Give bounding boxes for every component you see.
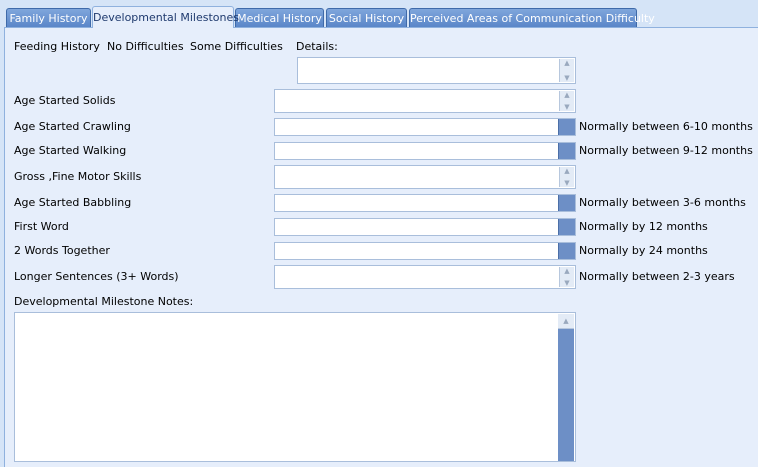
age-started-walking-label: Age Started Walking [14,144,127,157]
first-word-field[interactable] [274,218,576,236]
feeding-details-spinner[interactable]: ▲ ▼ [559,59,574,82]
tab-label: Perceived Areas of Communication Difficu… [410,12,655,25]
tab-bar: Family History Developmental Milestones … [0,0,758,28]
longer-sentences-hint: Normally between 2-3 years [579,270,735,283]
motor-skills-label: Gross ,Fine Motor Skills [14,170,142,183]
tab-social-history[interactable]: Social History [326,8,407,27]
two-words-hint: Normally by 24 months [579,244,708,257]
down-arrow-icon[interactable]: ▼ [564,179,569,187]
two-words-field[interactable] [274,242,576,260]
up-arrow-icon[interactable]: ▲ [558,314,574,329]
tab-perceived-areas[interactable]: Perceived Areas of Communication Difficu… [409,8,655,27]
feeding-details-field[interactable]: ▲ ▼ [297,57,576,84]
motor-skills-spinner[interactable]: ▲ ▼ [559,167,574,187]
notes-scrollbar[interactable]: ▲ [558,314,574,461]
age-started-solids-spinner[interactable]: ▲ ▼ [559,91,574,111]
notes-textarea[interactable]: ▲ [14,312,576,462]
up-arrow-icon[interactable]: ▲ [564,167,569,175]
dropdown-button[interactable] [558,219,575,235]
details-label: Details: [296,40,338,53]
longer-sentences-label: Longer Sentences (3+ Words) [14,270,179,283]
tab-family-history[interactable]: Family History [6,8,91,27]
age-started-babbling-label: Age Started Babbling [14,196,132,209]
longer-sentences-field[interactable]: ▲ ▼ [274,265,576,289]
age-started-walking-field[interactable] [274,142,576,160]
dropdown-button[interactable] [558,119,575,135]
tab-label: Medical History [237,12,322,25]
age-started-babbling-field[interactable] [274,194,576,212]
feeding-history-label: Feeding History [14,40,100,53]
age-started-solids-label: Age Started Solids [14,94,116,107]
first-word-hint: Normally by 12 months [579,220,708,233]
down-arrow-icon[interactable]: ▼ [564,103,569,111]
no-difficulties-option[interactable]: No Difficulties [107,40,184,54]
age-started-crawling-field[interactable] [274,118,576,136]
babbling-hint: Normally between 3-6 months [579,196,746,209]
crawling-hint: Normally between 6-10 months [579,120,753,133]
age-started-crawling-label: Age Started Crawling [14,120,131,133]
tab-label: Developmental Milestones [93,11,239,24]
notes-label: Developmental Milestone Notes: [14,295,194,308]
age-started-solids-field[interactable]: ▲ ▼ [274,89,576,113]
motor-skills-field[interactable]: ▲ ▼ [274,165,576,189]
up-arrow-icon[interactable]: ▲ [564,59,569,67]
tab-label: Social History [328,12,405,25]
longer-sentences-spinner[interactable]: ▲ ▼ [559,267,574,287]
dropdown-button[interactable] [558,143,575,159]
tab-developmental-milestones[interactable]: Developmental Milestones [92,6,239,28]
dropdown-button[interactable] [558,243,575,259]
dropdown-button[interactable] [558,195,575,211]
first-word-label: First Word [14,220,69,233]
walking-hint: Normally between 9-12 months [579,144,753,157]
up-arrow-icon[interactable]: ▲ [564,267,569,275]
two-words-label: 2 Words Together [14,244,110,257]
some-difficulties-option[interactable]: Some Difficulties [190,40,283,54]
tab-label: Family History [9,12,88,25]
down-arrow-icon[interactable]: ▼ [564,74,569,82]
down-arrow-icon[interactable]: ▼ [564,279,569,287]
tab-medical-history[interactable]: Medical History [235,8,324,27]
up-arrow-icon[interactable]: ▲ [564,91,569,99]
